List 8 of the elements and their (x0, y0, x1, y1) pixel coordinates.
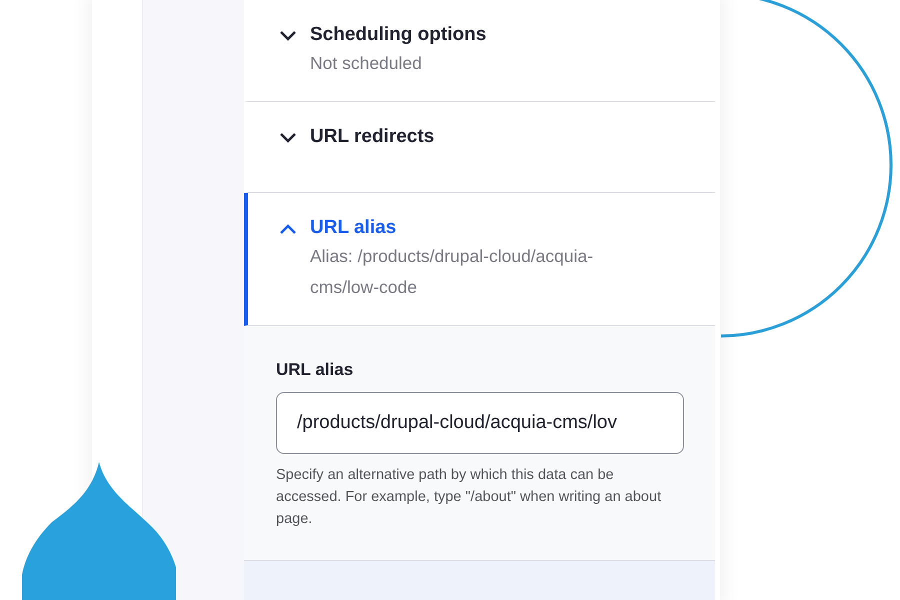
field-description: Specify an alternative path by which this data can be accessed. For example, type "/about" when writing an about page. (276, 466, 662, 529)
section-summary: Not scheduled (310, 52, 423, 75)
field-label: URL alias (276, 360, 354, 380)
section-title[interactable]: Scheduling options (310, 24, 650, 46)
section-title[interactable]: URL redirects (310, 126, 434, 148)
section-title[interactable]: URL alias (310, 217, 650, 239)
section-summary: Alias: /products/drupal-cloud/acquia-cms/low-code (310, 245, 594, 299)
url-alias-field[interactable]: /products/drupal-cloud/acquia-cms/lov (276, 392, 684, 454)
